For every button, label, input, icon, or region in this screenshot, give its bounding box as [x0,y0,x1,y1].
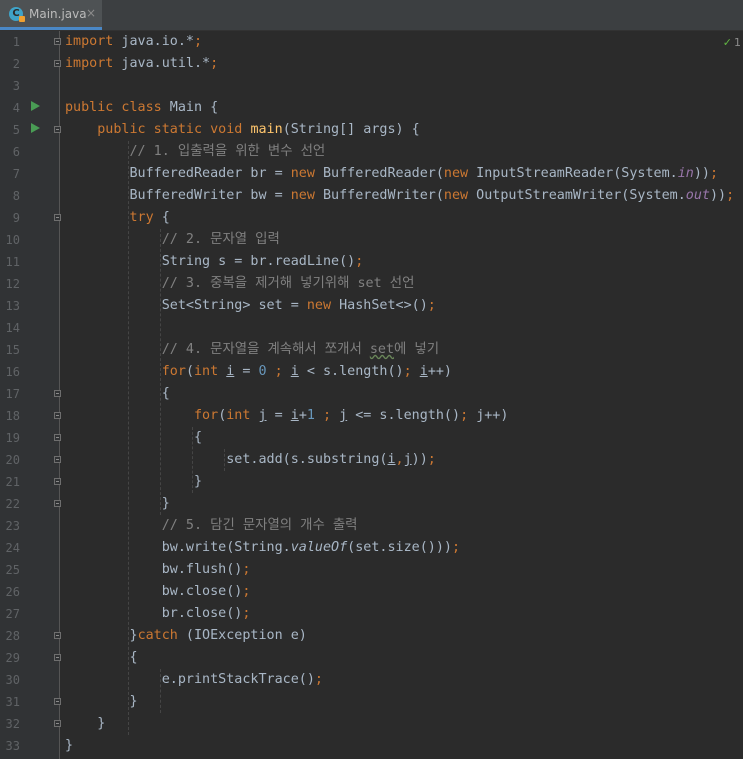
code-line: import java.util.*; [65,56,219,71]
tab-filename: Main.java [29,7,87,21]
run-icon[interactable] [31,101,40,111]
line-number: 18 [5,409,20,423]
line-number: 24 [5,541,20,555]
close-tab-icon[interactable]: × [86,6,96,20]
code-line: { [65,386,170,401]
line-number: 30 [5,673,20,687]
line-number: 22 [5,497,20,511]
line-number: 31 [5,695,20,709]
code-line: try { [129,210,170,225]
check-icon: ✓ [722,36,732,49]
line-number: 20 [5,453,20,467]
code-line: } [65,738,74,753]
code-line: { [65,650,138,665]
line-number: 6 [12,145,20,159]
code-line: br.close(); [65,606,251,621]
line-number: 16 [5,365,20,379]
line-number: 26 [5,585,20,599]
inspection-widget[interactable]: ✓ 1 [723,36,741,49]
code-line: for(int i = 0 ; i < s.length(); i++) [161,364,452,379]
code-line: BufferedReader br = new BufferedReader(n… [65,166,719,181]
line-number: 33 [5,739,20,753]
line-number: 13 [5,299,20,313]
editor-gutter: 1 2 3 4 5 6 7 8 9 10 11 12 13 14 15 16 1… [0,31,61,759]
code-line: bw.flush(); [65,562,251,577]
code-line: // 2. 문자열 입력 [161,232,280,247]
code-line: set.add(s.substring(i,j)); [65,452,436,467]
code-line: bw.write(String.valueOf(set.size())); [65,540,461,555]
tab-main-java[interactable]: C Main.java × [0,0,102,30]
line-number: 17 [5,387,20,401]
line-number: 32 [5,717,20,731]
code-line: // 5. 담긴 문자열의 개수 출력 [161,518,358,533]
line-number: 1 [12,35,20,49]
line-number: 19 [5,431,20,445]
code-line: // 4. 문자열을 계속해서 쪼개서 set에 넣기 [161,342,440,357]
code-line: Set<String> set = new HashSet<>(); [65,298,436,313]
inspection-count: 1 [734,36,741,49]
line-number: 25 [5,563,20,577]
code-line: } [65,496,170,511]
line-number: 21 [5,475,20,489]
code-line: // 3. 중복을 제거해 넣기위해 set 선언 [161,276,415,291]
code-line: for(int j = i+1 ; j <= s.length(); j++) [194,408,509,423]
code-line: // 1. 입출력을 위한 변수 선언 [129,144,326,159]
code-line: }catch (IOException e) [65,628,307,643]
code-line: } [65,694,138,709]
code-line: e.printStackTrace(); [65,672,323,687]
line-number: 3 [12,79,20,93]
editor-tab-bar: C Main.java × [0,0,743,31]
code-line: public class Main { [65,100,219,115]
code-line: } [65,716,106,731]
code-line: { [65,430,203,445]
line-number: 8 [12,189,20,203]
line-number: 7 [12,167,20,181]
code-line: public static void main(String[] args) { [97,122,420,137]
line-number: 2 [12,57,20,71]
line-number: 9 [12,211,20,225]
code-line: } [65,474,203,489]
line-number: 29 [5,651,20,665]
code-line: bw.close(); [65,584,251,599]
line-number: 15 [5,343,20,357]
code-line: String s = br.readLine(); [65,254,364,269]
line-number: 4 [12,101,20,115]
line-number: 28 [5,629,20,643]
run-icon[interactable] [31,123,40,133]
line-number: 12 [5,277,20,291]
line-number: 11 [5,255,20,269]
code-line: BufferedWriter bw = new BufferedWriter(n… [65,188,735,203]
java-class-icon: C [9,7,25,22]
line-number: 5 [12,123,20,137]
line-number: 14 [5,321,20,335]
line-number: 27 [5,607,20,621]
line-number: 10 [5,233,20,247]
code-line: import java.io.*; [65,34,203,49]
line-number: 23 [5,519,20,533]
